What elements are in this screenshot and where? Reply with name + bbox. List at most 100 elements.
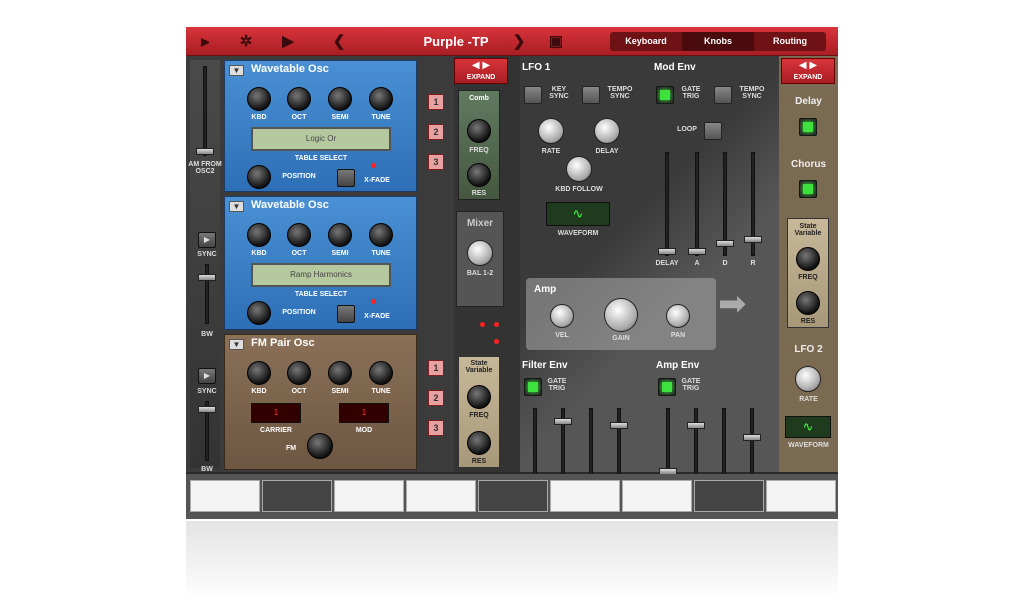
sv-freq-knob[interactable]	[467, 385, 491, 409]
filter2-route-1[interactable]: 1	[428, 360, 444, 376]
modenv-title: Mod Env	[654, 62, 696, 73]
amp-pan-knob[interactable]	[666, 304, 690, 328]
fm-semi-label: SEMI	[331, 388, 349, 395]
key[interactable]	[334, 480, 404, 512]
modenv-attack-label: A	[694, 260, 700, 267]
comb-filter: Comb FREQ RES	[458, 90, 500, 200]
key[interactable]	[478, 480, 548, 512]
osc1-tune-knob[interactable]	[369, 87, 393, 111]
bw2-slider[interactable]	[198, 406, 216, 413]
am-slider[interactable]	[196, 148, 214, 155]
comb-freq-knob[interactable]	[467, 119, 491, 143]
preset-name[interactable]: Purple -TP	[386, 27, 526, 56]
save-icon[interactable]: ▣	[548, 27, 564, 56]
key[interactable]	[694, 480, 764, 512]
gear-icon[interactable]: ✲	[236, 27, 256, 56]
filterenv-release-slider[interactable]	[610, 422, 628, 429]
fx-state-variable: State Variable FREQ RES	[787, 218, 829, 328]
lfo1-waveform-display[interactable]: ∿	[546, 202, 610, 226]
osc2-tune-knob[interactable]	[369, 223, 393, 247]
modenv-delay-slider[interactable]	[658, 248, 676, 255]
tab-keyboard[interactable]: Keyboard	[610, 32, 682, 51]
fx-chorus-toggle[interactable]	[799, 180, 817, 198]
filterenv-gatetrig-button[interactable]	[524, 378, 542, 396]
osc1-kbd-knob[interactable]	[247, 87, 271, 111]
filter2-route-2[interactable]: 2	[428, 390, 444, 406]
modenv-release-slider[interactable]	[744, 236, 762, 243]
lfo2-waveform-display[interactable]: ∿	[785, 416, 831, 438]
osc1-oct-knob[interactable]	[287, 87, 311, 111]
filter1-route-3[interactable]: 3	[428, 154, 444, 170]
mixer-bal-knob[interactable]	[467, 240, 493, 266]
fm-tune-knob[interactable]	[369, 361, 393, 385]
amp-gain-knob[interactable]	[604, 298, 638, 332]
lfo1-rate-knob[interactable]	[538, 118, 564, 144]
expand-effects-button[interactable]: ◀ ▶ EXPAND	[781, 58, 835, 84]
tab-routing[interactable]: Routing	[754, 32, 826, 51]
key[interactable]	[406, 480, 476, 512]
comb-freq-label: FREQ	[469, 147, 489, 154]
expand-filters-button[interactable]: ◀ ▶ EXPAND	[454, 58, 508, 84]
fm-oct-knob[interactable]	[287, 361, 311, 385]
lfo1-delay-knob[interactable]	[594, 118, 620, 144]
fx-sv-freq-knob[interactable]	[796, 247, 820, 271]
key[interactable]	[262, 480, 332, 512]
osc2-xfade-button[interactable]	[337, 305, 355, 323]
lfo2-rate-knob[interactable]	[795, 366, 821, 392]
fm-menu-icon[interactable]: ▼	[229, 339, 244, 350]
osc2-table-display[interactable]: Ramp Harmonics	[251, 263, 391, 287]
lfo1-temposync-button[interactable]	[582, 86, 600, 104]
osc2-semi-knob[interactable]	[328, 223, 352, 247]
lfo2-rate-label: RATE	[799, 396, 818, 403]
sync2-button[interactable]: ▶	[198, 368, 216, 384]
osc2-kbd-knob[interactable]	[247, 223, 271, 247]
modenv-gatetrig-button[interactable]	[656, 86, 674, 104]
modenv-temposync-button[interactable]	[714, 86, 732, 104]
key[interactable]	[622, 480, 692, 512]
bw1-slider[interactable]	[198, 274, 216, 281]
key[interactable]	[550, 480, 620, 512]
fm-kbd-knob[interactable]	[247, 361, 271, 385]
logo-icon[interactable]: ⫸	[194, 27, 216, 56]
mod-display[interactable]: 1	[339, 403, 389, 423]
osc1-menu-icon[interactable]: ▼	[229, 65, 244, 76]
sv-res-knob[interactable]	[467, 431, 491, 455]
osc1-table-display[interactable]: Logic Or	[251, 127, 391, 151]
keyboard	[186, 474, 838, 519]
tab-knobs[interactable]: Knobs	[682, 32, 754, 51]
filter2-route-3[interactable]: 3	[428, 420, 444, 436]
modenv-decay-slider[interactable]	[716, 240, 734, 247]
osc2-oct-knob[interactable]	[287, 223, 311, 247]
ampenv-decay-slider[interactable]	[687, 422, 705, 429]
comb-res-knob[interactable]	[467, 163, 491, 187]
fx-delay-toggle[interactable]	[799, 118, 817, 136]
lfo1-keysync-button[interactable]	[524, 86, 542, 104]
modenv-attack-slider[interactable]	[688, 248, 706, 255]
osc1-position-knob[interactable]	[247, 165, 271, 189]
prev-preset-icon[interactable]: ❮	[332, 27, 346, 56]
filter1-route-2[interactable]: 2	[428, 124, 444, 140]
filterenv-decay-slider[interactable]	[554, 418, 572, 425]
fm-semi-knob[interactable]	[328, 361, 352, 385]
video-icon[interactable]: ▶	[276, 27, 300, 56]
osc2-menu-icon[interactable]: ▼	[229, 201, 244, 212]
ampenv-gatetrig-button[interactable]	[658, 378, 676, 396]
modenv-loop-button[interactable]	[704, 122, 722, 140]
bw2-label: BW	[201, 466, 213, 473]
carrier-display[interactable]: 1	[251, 403, 301, 423]
key[interactable]	[190, 480, 260, 512]
osc1-xfade-button[interactable]	[337, 169, 355, 187]
lfo1-kbdfollow-knob[interactable]	[566, 156, 592, 182]
comb-title: Comb	[469, 95, 489, 102]
key[interactable]	[766, 480, 836, 512]
osc2-position-knob[interactable]	[247, 301, 271, 325]
amp-vel-knob[interactable]	[550, 304, 574, 328]
sync1-button[interactable]: ▶	[198, 232, 216, 248]
osc1-semi-knob[interactable]	[328, 87, 352, 111]
fx-sv-res-knob[interactable]	[796, 291, 820, 315]
filter1-route-1[interactable]: 1	[428, 94, 444, 110]
fm-pair-osc: ▼ FM Pair Osc KBD OCT SEMI TUNE 1 1 CARR…	[224, 334, 417, 470]
next-preset-icon[interactable]: ❯	[512, 27, 526, 56]
lfo1-title: LFO 1	[522, 62, 551, 73]
ampenv-release-slider[interactable]	[743, 434, 761, 441]
